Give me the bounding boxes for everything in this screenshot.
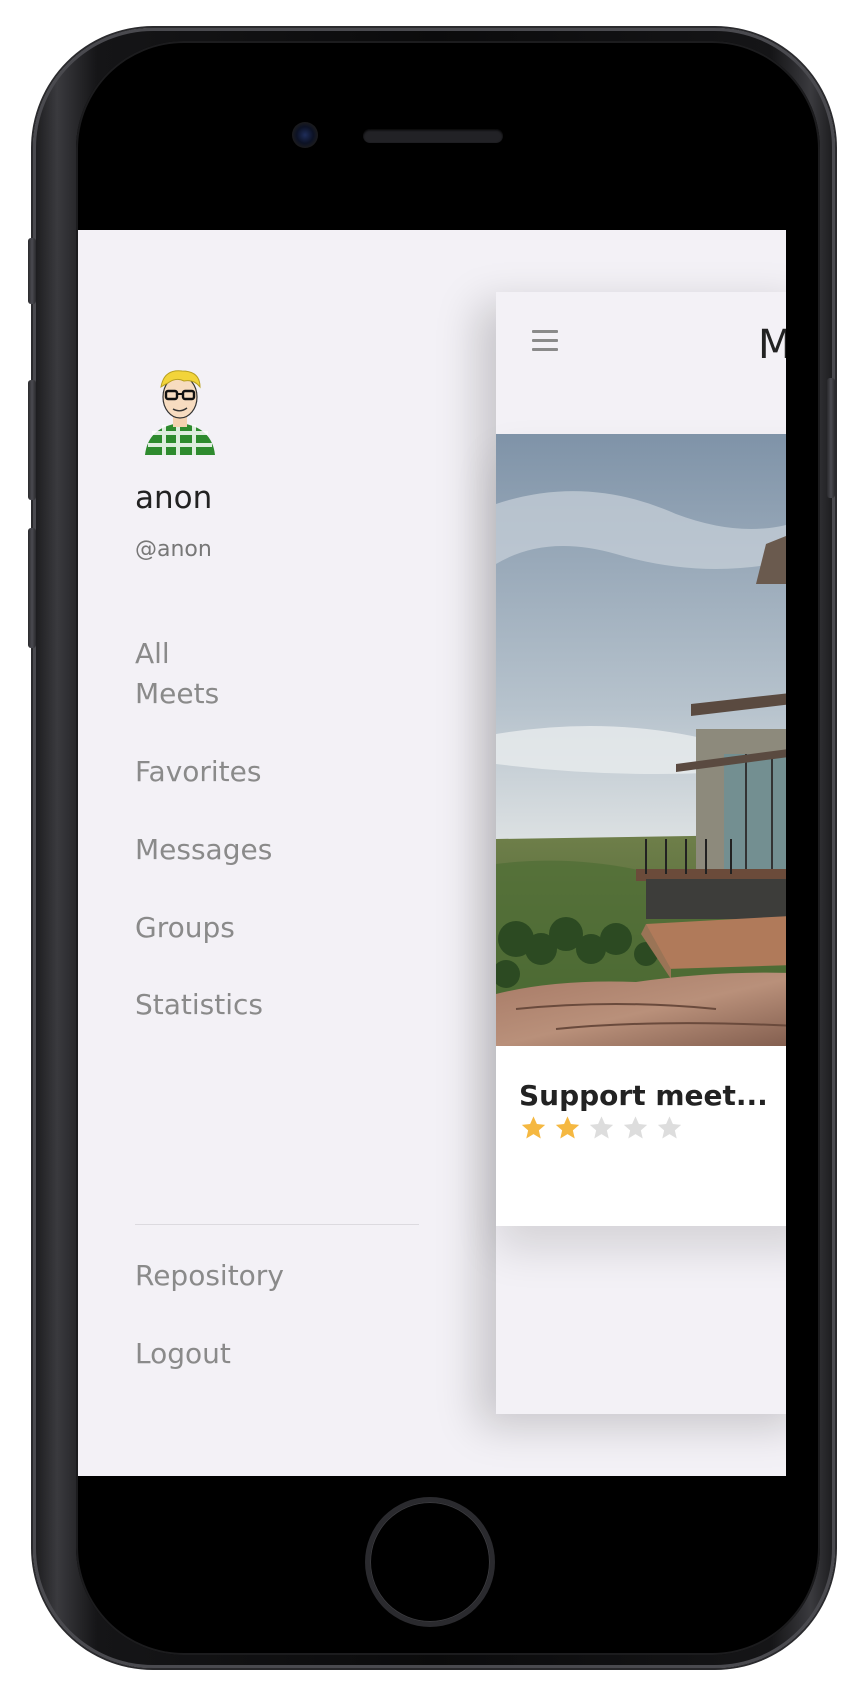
rating-stars (519, 1114, 684, 1142)
earpiece-speaker (363, 129, 503, 143)
mute-switch (28, 238, 36, 304)
star-empty-icon (623, 1116, 648, 1139)
star-empty-icon (589, 1116, 614, 1139)
hamburger-menu-icon[interactable] (532, 330, 558, 352)
star-filled-icon (521, 1116, 546, 1139)
power-button (827, 378, 835, 498)
volume-down-button (28, 528, 36, 648)
nav-item-repository[interactable]: Repository (135, 1256, 355, 1296)
volume-up-button (28, 380, 36, 500)
nav-item-favorites[interactable]: Favorites (135, 752, 355, 792)
nav-item-groups[interactable]: Groups (135, 908, 355, 948)
nav-item-statistics[interactable]: Statistics (135, 985, 355, 1025)
front-camera (292, 122, 318, 148)
star-filled-icon (555, 1116, 580, 1139)
drawer-divider (135, 1224, 419, 1225)
home-button[interactable] (370, 1502, 490, 1622)
nav-item-messages[interactable]: Messages (135, 830, 355, 870)
page-title: M (758, 322, 786, 368)
meet-photo[interactable] (496, 434, 786, 1046)
user-name: anon (135, 480, 213, 516)
meet-card[interactable]: Support meet... (496, 434, 786, 1226)
star-empty-icon (657, 1116, 682, 1139)
main-panel[interactable]: M Support meet... (496, 292, 786, 1414)
meet-title: Support meet... (519, 1079, 768, 1112)
side-drawer: anon @anon All Meets Favorites Messages … (78, 230, 438, 1476)
nav-item-logout[interactable]: Logout (135, 1334, 355, 1374)
app-screen: anon @anon All Meets Favorites Messages … (78, 230, 786, 1476)
nav-item-all-meets[interactable]: All Meets (135, 634, 355, 714)
user-avatar[interactable] (140, 365, 220, 455)
user-handle: @anon (135, 537, 212, 562)
